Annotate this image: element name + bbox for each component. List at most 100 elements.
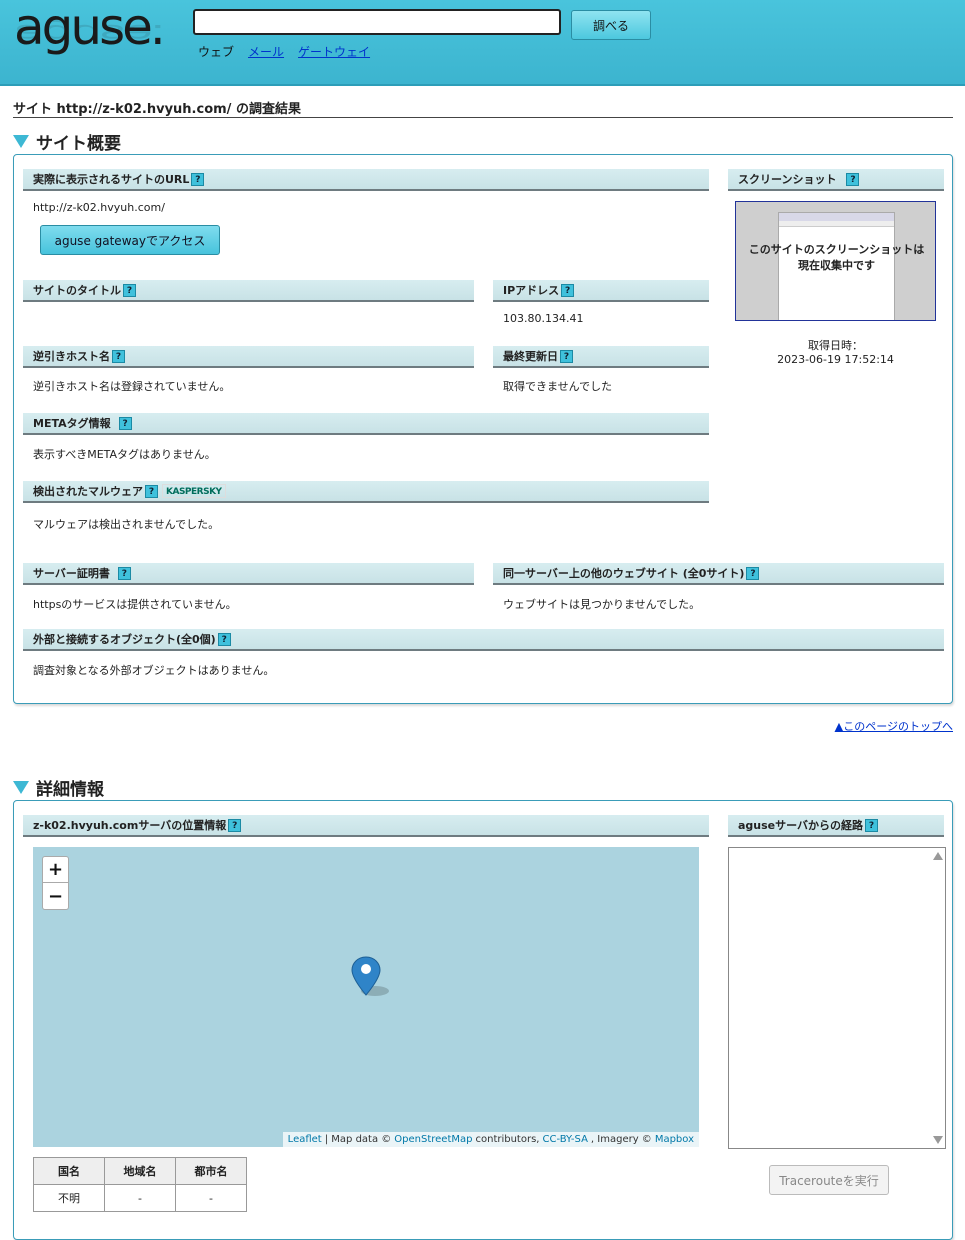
overview-heading-text: サイト概要 xyxy=(36,134,121,154)
geo-header-country: 国名 xyxy=(33,1157,105,1185)
attribution-imagery: , Imagery © xyxy=(590,1134,652,1145)
screenshot-date-value: 2023-06-19 17:52:14 xyxy=(777,353,894,366)
map-marker-icon[interactable] xyxy=(351,955,393,999)
site-title-label: サイトのタイトル xyxy=(33,284,121,297)
triangle-down-icon xyxy=(13,135,29,148)
help-icon[interactable]: ? xyxy=(191,172,205,186)
zoom-out-button[interactable]: − xyxy=(42,883,69,910)
mapbox-link[interactable]: Mapbox xyxy=(655,1134,694,1145)
gateway-access-button[interactable]: aguse gatewayでアクセス xyxy=(40,225,220,255)
same-server-label: 同一サーバー上の他のウェブサイト (全0サイト) xyxy=(503,567,745,580)
table-row: 国名 地域名 都市名 xyxy=(33,1157,247,1185)
same-server-value: ウェブサイトは見つかりませんでした。 xyxy=(503,598,701,611)
last-updated-label: 最終更新日 xyxy=(503,350,558,363)
help-icon[interactable]: ? xyxy=(228,818,242,832)
screenshot-date: 取得日時： 2023-06-19 17:52:14 xyxy=(735,339,936,367)
external-objects-value: 調査対象となる外部オブジェクトはありません。 xyxy=(33,664,275,677)
ip-label: IPアドレス xyxy=(503,284,560,297)
screenshot-message: このサイトのスクリーンショットは 現在収集中です xyxy=(736,242,935,274)
search-input[interactable] xyxy=(193,9,561,35)
geo-header-region: 地域名 xyxy=(104,1157,176,1185)
screenshot-date-label: 取得日時： xyxy=(808,339,863,352)
details-heading: 詳細情報 xyxy=(13,775,104,800)
nav-gateway-link[interactable]: ゲートウェイ xyxy=(298,43,370,60)
certificate-value: httpsのサービスは提供されていません。 xyxy=(33,598,237,611)
url-header: 実際に表示されるサイトのURL ? xyxy=(23,169,709,191)
help-icon[interactable]: ? xyxy=(123,283,136,297)
leaflet-link[interactable]: Leaflet xyxy=(288,1134,322,1145)
location-header: z-k02.hvyuh.comサーバの位置情報 ? xyxy=(23,815,709,837)
geo-table: 国名 地域名 都市名 不明 - - xyxy=(33,1157,247,1212)
osm-link[interactable]: OpenStreetMap xyxy=(394,1134,472,1145)
scroll-up-icon[interactable] xyxy=(933,852,943,860)
table-row: 不明 - - xyxy=(33,1184,247,1212)
logo-reflection: aguse. xyxy=(14,19,163,48)
map-attribution: Leaflet | Map data © OpenStreetMap contr… xyxy=(282,1132,699,1147)
route-label: aguseサーバからの経路 xyxy=(738,819,864,832)
url-value: http://z-k02.hvyuh.com/ xyxy=(33,201,165,214)
malware-label: 検出されたマルウェア xyxy=(33,485,143,498)
help-icon[interactable]: ? xyxy=(112,349,125,363)
header: aguse. aguse. 調べる ウェブ メール ゲートウェイ xyxy=(0,0,965,86)
ip-value: 103.80.134.41 xyxy=(503,312,584,325)
screenshot-label: スクリーンショット xyxy=(738,173,837,186)
page-top-link[interactable]: ▲このページのトップへ xyxy=(835,718,953,734)
certificate-label: サーバー証明書 xyxy=(33,567,110,580)
mode-nav: ウェブ メール ゲートウェイ xyxy=(198,43,370,60)
reverse-host-label: 逆引きホスト名 xyxy=(33,350,110,363)
malware-header: 検出されたマルウェア ? KASPERSKY xyxy=(23,481,709,503)
help-icon[interactable]: ? xyxy=(217,632,231,646)
ip-header: IPアドレス ? xyxy=(493,280,709,302)
traceroute-button[interactable]: Tracerouteを実行 xyxy=(769,1165,889,1195)
same-server-header: 同一サーバー上の他のウェブサイト (全0サイト) ? xyxy=(493,563,944,585)
overview-panel: 実際に表示されるサイトのURL ? http://z-k02.hvyuh.com… xyxy=(13,154,953,704)
external-objects-header: 外部と接続するオブジェクト(全0個) ? xyxy=(23,629,944,651)
meta-value: 表示すべきMETAタグはありません。 xyxy=(33,448,216,461)
certificate-header: サーバー証明書 ? xyxy=(23,563,474,585)
attribution-contributors: contributors, xyxy=(475,1134,540,1145)
details-heading-text: 詳細情報 xyxy=(36,780,104,800)
help-icon[interactable]: ? xyxy=(746,566,760,580)
help-icon[interactable]: ? xyxy=(117,566,131,580)
search-button[interactable]: 調べる xyxy=(571,10,651,40)
screenshot-message-line2: 現在収集中です xyxy=(798,259,875,272)
help-icon[interactable]: ? xyxy=(560,349,573,363)
url-label: 実際に表示されるサイトのURL xyxy=(33,173,190,186)
details-panel: z-k02.hvyuh.comサーバの位置情報 ? aguseサーバからの経路 … xyxy=(13,800,953,1240)
help-icon[interactable]: ? xyxy=(846,172,860,186)
scroll-down-icon[interactable] xyxy=(933,1136,943,1144)
location-map[interactable]: + − Leaflet | Map data © OpenStreetMap c… xyxy=(33,847,699,1147)
route-header: aguseサーバからの経路 ? xyxy=(728,815,944,837)
kaspersky-logo[interactable]: KASPERSKY xyxy=(162,484,226,498)
help-icon[interactable]: ? xyxy=(865,818,879,832)
triangle-down-icon xyxy=(13,781,29,794)
help-icon[interactable]: ? xyxy=(145,484,158,498)
reverse-host-value: 逆引きホスト名は登録されていません。 xyxy=(33,380,231,393)
screenshot-message-line1: このサイトのスクリーンショットは xyxy=(748,243,925,256)
geo-country: 不明 xyxy=(33,1184,105,1212)
nav-web: ウェブ xyxy=(198,45,235,59)
external-objects-label: 外部と接続するオブジェクト(全0個) xyxy=(33,633,216,646)
help-icon[interactable]: ? xyxy=(561,283,575,297)
zoom-in-button[interactable]: + xyxy=(42,856,69,883)
geo-city: - xyxy=(175,1184,247,1212)
reverse-host-header: 逆引きホスト名 ? xyxy=(23,346,474,368)
malware-value: マルウェアは検出されませんでした。 xyxy=(33,518,220,531)
license-link[interactable]: CC-BY-SA xyxy=(542,1134,587,1145)
last-updated-value: 取得できませんでした xyxy=(503,380,613,393)
geo-region: - xyxy=(104,1184,176,1212)
attribution-text: | Map data © xyxy=(324,1134,392,1145)
help-icon[interactable]: ? xyxy=(118,416,132,430)
overview-heading: サイト概要 xyxy=(13,129,121,154)
last-updated-header: 最終更新日 ? xyxy=(493,346,709,368)
meta-label: METAタグ情報 xyxy=(33,417,111,430)
route-output[interactable] xyxy=(728,847,946,1149)
meta-header: METAタグ情報 ? xyxy=(23,413,709,435)
geo-header-city: 都市名 xyxy=(175,1157,247,1185)
nav-mail-link[interactable]: メール xyxy=(248,43,284,60)
screenshot-header: スクリーンショット ? xyxy=(728,169,944,191)
result-title: サイト http://z-k02.hvyuh.com/ の調査結果 xyxy=(13,98,953,118)
screenshot-image: このサイトのスクリーンショットは 現在収集中です xyxy=(735,201,936,321)
location-label: z-k02.hvyuh.comサーバの位置情報 xyxy=(33,819,227,832)
site-title-header: サイトのタイトル ? xyxy=(23,280,474,302)
